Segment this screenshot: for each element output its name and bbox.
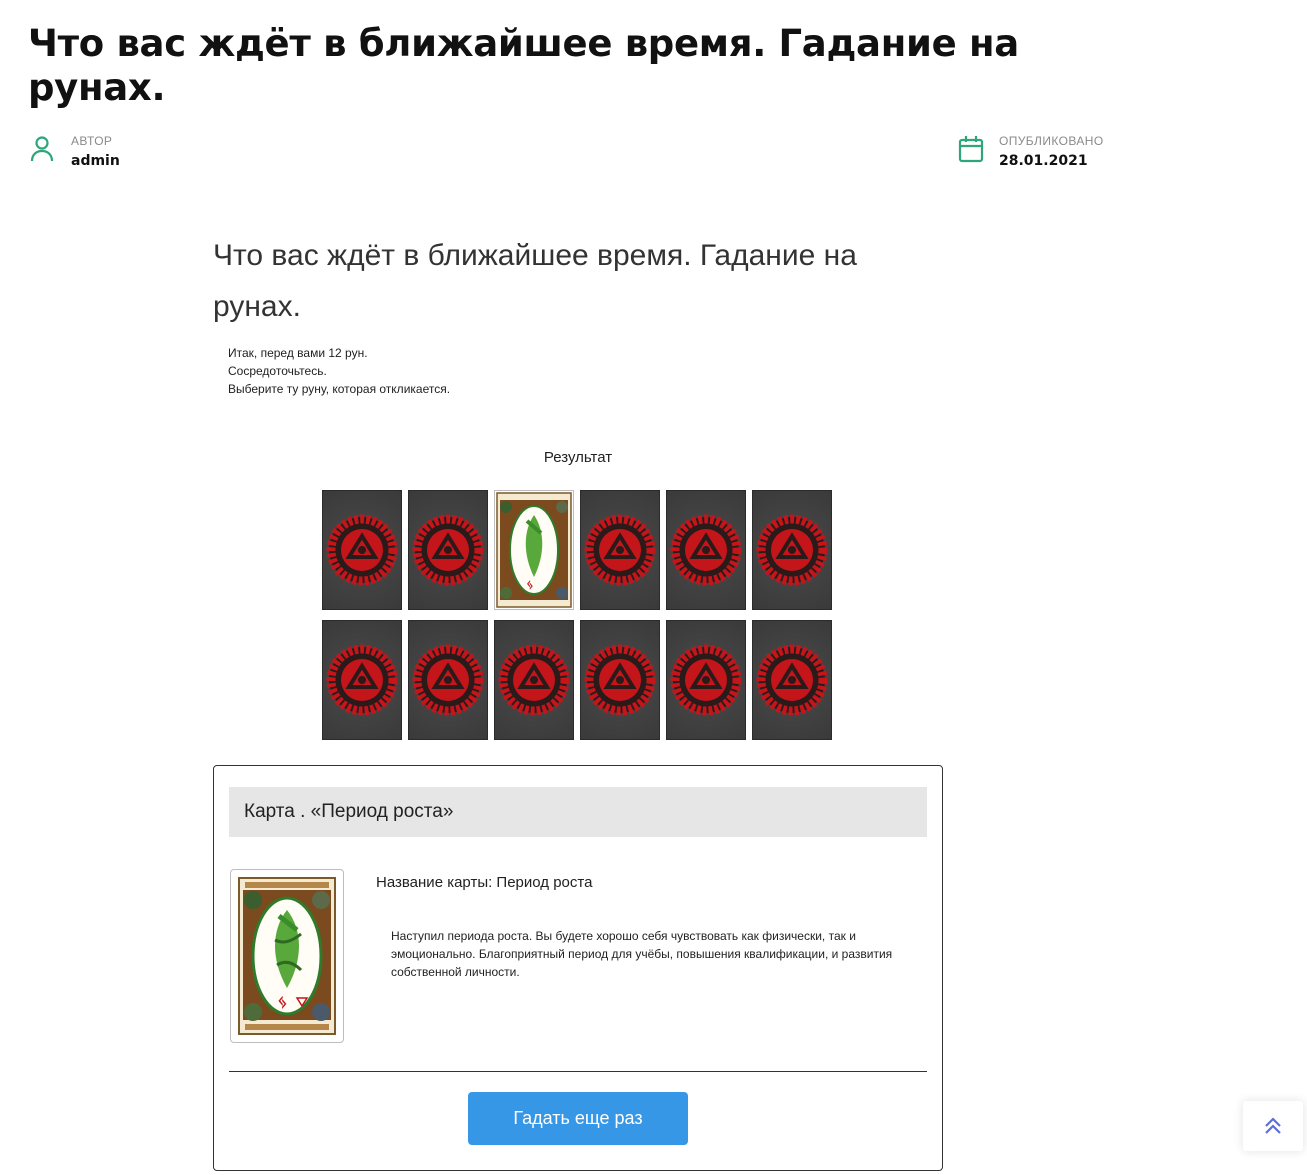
rune-card[interactable] [752,490,832,610]
rune-card[interactable] [494,620,574,740]
rune-card-back-image [756,514,828,586]
intro-text: Итак, перед вами 12 рун. Сосредоточьтесь… [228,344,450,398]
rune-card-back-image [412,644,484,716]
result-card-image: ᛃ [230,869,344,1043]
result-label: Результат [543,449,613,466]
page-title: Что вас ждёт в ближайшее время. Гадание … [28,22,1019,109]
rune-card[interactable] [408,490,488,610]
card-description: Наступил периода роста. Вы будете хорошо… [391,929,893,979]
rune-card-back-image [412,514,484,586]
rune-card-back-image [584,644,656,716]
rune-card[interactable] [322,620,402,740]
intro-line: Выберите ту руну, которая откликается. [228,382,451,396]
svg-text:ᛃ: ᛃ [277,992,288,1013]
intro-line: Сосредоточьтесь. [228,364,327,378]
published-label: ОПУБЛИКОВАНО [999,134,1104,148]
rune-card-revealed[interactable]: ᛃ [494,490,574,610]
rune-card-grid: ᛃ [322,490,842,740]
rune-card[interactable] [408,620,488,740]
rune-card-back-image [756,644,828,716]
post-date: ОПУБЛИКОВАНО 28.01.2021 [956,134,1104,169]
card-name: Название карты: Период роста [376,874,593,891]
author-name[interactable]: admin [71,153,120,169]
rune-card-back-image [670,514,742,586]
result-panel: Карта . «Период роста» ᛃ Название карты:… [213,765,943,1171]
rune-card-back-image [670,644,742,716]
divine-again-button[interactable]: Гадать еще раз [468,1092,688,1145]
published-date: 28.01.2021 [999,153,1088,169]
post-author: АВТОР admin [28,134,120,169]
rune-card-face-image: ᛃ [238,877,336,1035]
result-header-title: Карта . «Период роста» [244,801,454,822]
rune-card[interactable] [580,620,660,740]
user-icon [30,136,54,162]
rune-card[interactable] [666,490,746,610]
divider [229,1071,927,1072]
rune-card[interactable] [322,490,402,610]
rune-card-back-image [326,514,398,586]
svg-text:ᛃ: ᛃ [526,578,534,593]
rune-card-back-image [498,644,570,716]
rune-card[interactable] [752,620,832,740]
double-chevron-up-icon [1265,1117,1281,1134]
rune-card-back-image [584,514,656,586]
calendar-icon [958,136,984,163]
author-label: АВТОР [71,134,113,148]
rune-card-back-image [326,644,398,716]
result-header: Карта . «Период роста» [229,787,927,837]
rune-card-face-image: ᛃ [496,492,572,608]
article-title: Что вас ждёт в ближайшее время. Гадание … [213,239,857,323]
rune-card[interactable] [580,490,660,610]
scroll-to-top-button[interactable] [1243,1101,1303,1151]
rune-card[interactable] [666,620,746,740]
intro-line: Итак, перед вами 12 рун. [228,346,368,360]
